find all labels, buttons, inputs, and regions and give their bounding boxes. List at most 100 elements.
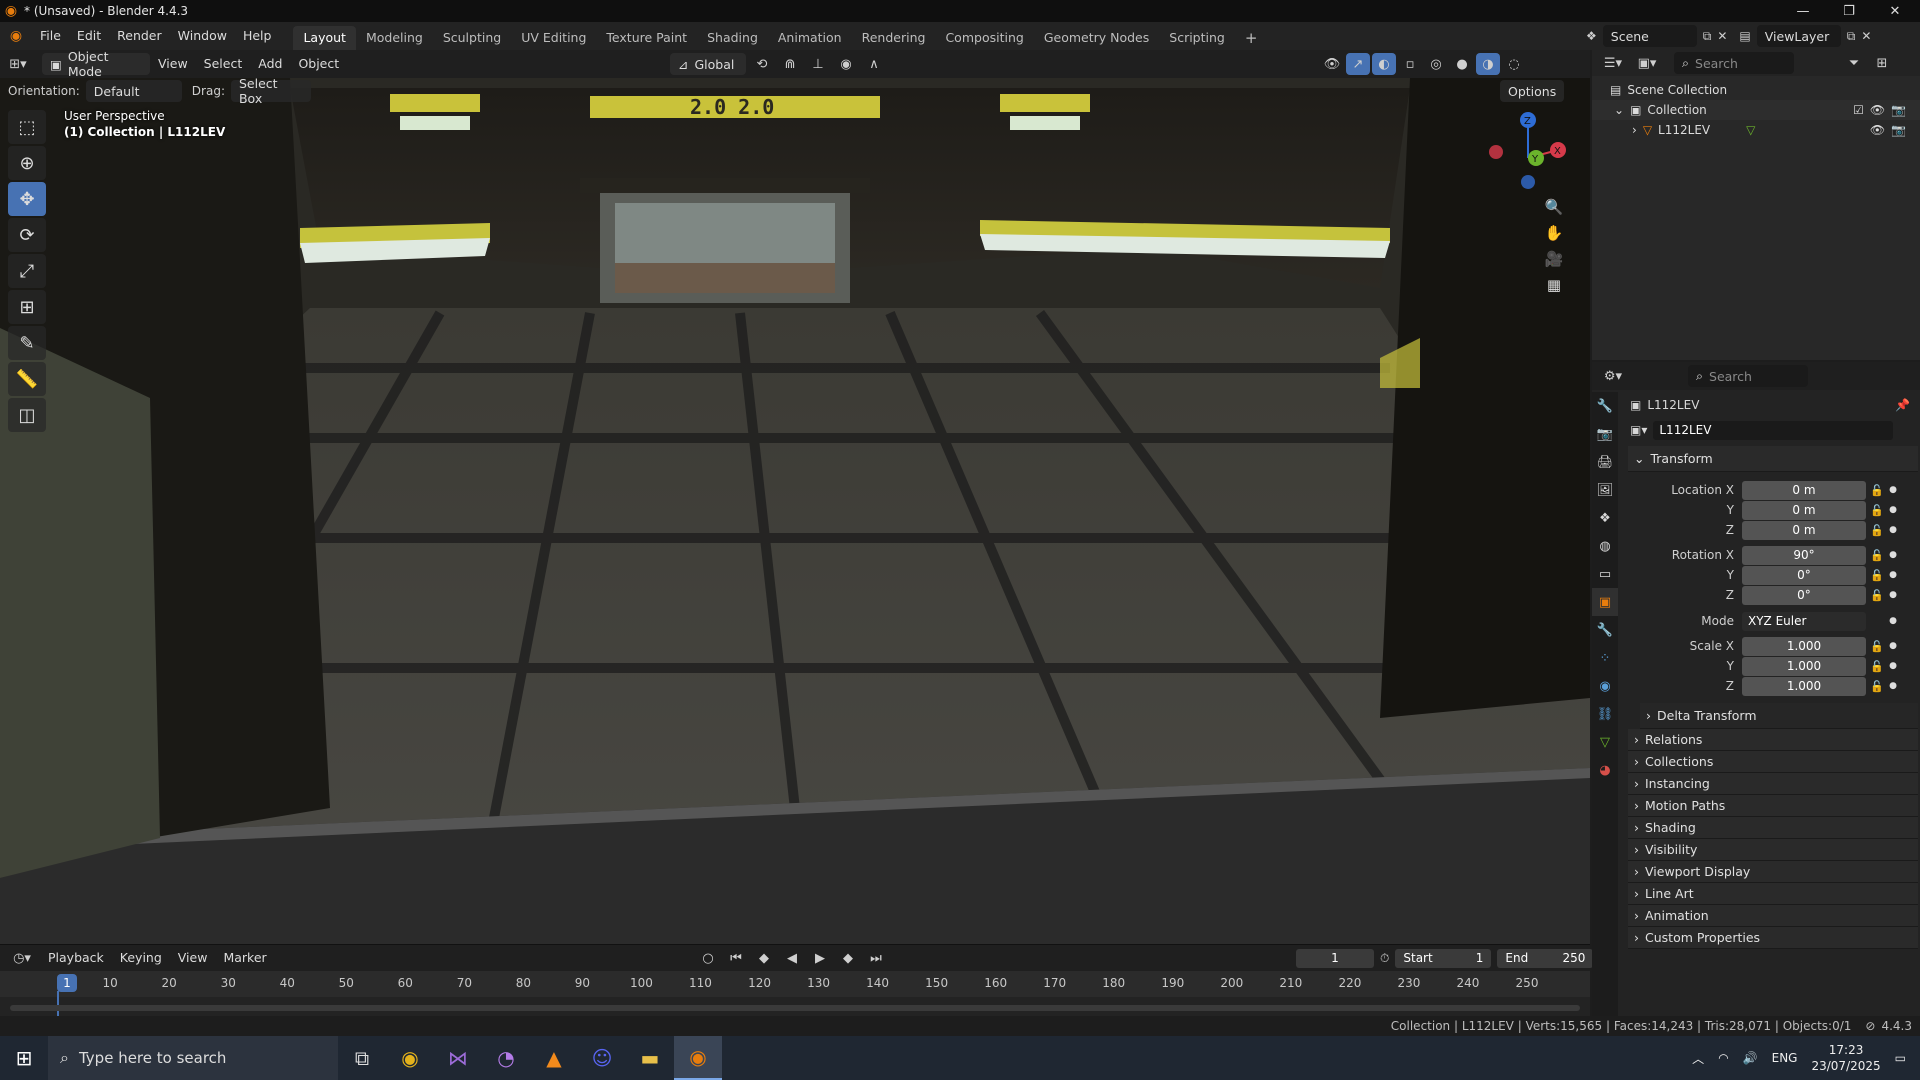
object-type-dropdown-icon[interactable]: ▣▾ xyxy=(1630,423,1647,437)
material-tab-icon[interactable]: ◕ xyxy=(1592,756,1618,784)
move-tool-icon[interactable]: ✥ xyxy=(8,182,46,216)
material-shading-icon[interactable]: ◑ xyxy=(1476,53,1500,75)
overlay-toggle-icon[interactable]: ◐ xyxy=(1372,53,1396,75)
view-layer-selector[interactable]: ViewLayer xyxy=(1756,25,1841,47)
outliner-row-scene-collection[interactable]: ▤ Scene Collection xyxy=(1592,80,1920,100)
location-x-field[interactable]: 0 m xyxy=(1742,480,1866,500)
timer-icon[interactable]: ⏱ xyxy=(1380,951,1389,966)
clock[interactable]: 17:23 23/07/2025 xyxy=(1811,1042,1880,1074)
output-tab-icon[interactable]: 🖨 xyxy=(1592,448,1618,476)
outliner-row-object[interactable]: › ▽ L112LEV ▽ 👁📷 xyxy=(1592,120,1920,140)
perspective-grid-icon[interactable]: ▦ xyxy=(1540,272,1568,298)
tab-uv-editing[interactable]: UV Editing xyxy=(511,26,596,50)
transform-panel-header[interactable]: ⌄ Transform xyxy=(1628,446,1918,472)
tool-tab-icon[interactable]: 🔧 xyxy=(1592,392,1618,420)
jump-end-icon[interactable]: ⏭ xyxy=(864,947,888,969)
options-dropdown[interactable]: Options xyxy=(1500,80,1565,102)
object-name-field[interactable]: L112LEV xyxy=(1653,420,1894,440)
start-frame-field[interactable]: Start 1 xyxy=(1395,948,1492,968)
render-tab-icon[interactable]: 📷 xyxy=(1592,420,1618,448)
scene-icon[interactable]: ❖ xyxy=(1586,29,1597,43)
outliner-search[interactable]: ⌕ Search xyxy=(1674,52,1794,74)
world-tab-icon[interactable]: ◍ xyxy=(1592,532,1618,560)
tab-layout[interactable]: Layout xyxy=(293,26,356,50)
new-scene-icon[interactable]: ⧉ xyxy=(1703,29,1712,44)
playhead[interactable]: 1 xyxy=(57,974,77,992)
remove-view-layer-icon[interactable]: ✕ xyxy=(1861,29,1871,43)
particles-tab-icon[interactable]: ⁘ xyxy=(1592,644,1618,672)
end-frame-field[interactable]: End 250 xyxy=(1497,948,1594,968)
task-view-icon[interactable]: ⧉ xyxy=(338,1036,386,1080)
tab-texture-paint[interactable]: Texture Paint xyxy=(596,26,697,50)
menu-window[interactable]: Window xyxy=(170,22,235,50)
mode-selector[interactable]: ▣ Object Mode xyxy=(42,49,150,79)
outliner-editor-icon[interactable]: ☰▾ xyxy=(1598,52,1628,74)
viewport-menu-select[interactable]: Select xyxy=(196,50,251,78)
modifier-tab-icon[interactable]: 🔧 xyxy=(1592,616,1618,644)
lock-icon[interactable]: 🔓 xyxy=(1866,660,1888,673)
keyframe-dot-icon[interactable]: ● xyxy=(1888,570,1898,580)
proportional-edit-icon[interactable]: ◉ xyxy=(834,53,858,75)
play-icon[interactable]: ▶ xyxy=(808,947,832,969)
prev-keyframe-icon[interactable]: ◆ xyxy=(752,947,776,969)
vlc-icon[interactable]: ▲ xyxy=(530,1036,578,1080)
pin-icon[interactable]: 📌 xyxy=(1895,398,1910,412)
timeline-scrollbar[interactable] xyxy=(10,1005,1580,1011)
menu-render[interactable]: Render xyxy=(109,22,170,50)
outliner-display-mode-icon[interactable]: ▣▾ xyxy=(1632,52,1662,74)
panel-instancing[interactable]: › Instancing xyxy=(1628,773,1918,795)
expand-object-icon[interactable]: › xyxy=(1632,123,1637,137)
panel-visibility[interactable]: › Visibility xyxy=(1628,839,1918,861)
lock-icon[interactable]: 🔓 xyxy=(1866,524,1888,537)
lock-icon[interactable]: 🔓 xyxy=(1866,640,1888,653)
remove-scene-icon[interactable]: ✕ xyxy=(1717,29,1727,43)
timeline-menu-view[interactable]: View xyxy=(170,944,216,972)
scale-z-field[interactable]: 1.000 xyxy=(1742,676,1866,696)
data-tab-icon[interactable]: ▽ xyxy=(1592,728,1618,756)
properties-search[interactable]: ⌕ Search xyxy=(1688,365,1808,387)
lock-icon[interactable]: 🔓 xyxy=(1866,680,1888,693)
solid-shading-icon[interactable]: ● xyxy=(1450,53,1474,75)
lock-icon[interactable]: 🔓 xyxy=(1866,549,1888,562)
timeline-menu-marker[interactable]: Marker xyxy=(215,944,274,972)
github-desktop-icon[interactable]: ◔ xyxy=(482,1036,530,1080)
properties-editor-icon[interactable]: ⚙▾ xyxy=(1598,365,1628,387)
tab-scripting[interactable]: Scripting xyxy=(1159,26,1235,50)
taskbar-search[interactable]: ⌕ Type here to search xyxy=(48,1036,338,1080)
current-frame-field[interactable]: 1 xyxy=(1296,948,1374,968)
pan-hand-icon[interactable]: ✋ xyxy=(1540,220,1568,246)
notifications-icon[interactable]: ▭ xyxy=(1895,1051,1906,1065)
scene-selector[interactable]: Scene xyxy=(1602,25,1697,47)
viewport-menu-object[interactable]: Object xyxy=(290,50,347,78)
volume-icon[interactable]: 🔊 xyxy=(1743,1051,1758,1065)
minimize-icon[interactable]: — xyxy=(1780,0,1826,22)
keyframe-dot-icon[interactable]: ● xyxy=(1888,505,1898,515)
keyframe-dot-icon[interactable]: ● xyxy=(1888,641,1898,651)
editor-type-icon[interactable]: ⊞▾ xyxy=(0,53,36,75)
object-toggles[interactable]: 👁📷 xyxy=(1870,123,1912,137)
collection-toggles[interactable]: ☑👁📷 xyxy=(1853,103,1912,117)
constraints-tab-icon[interactable]: ⛓ xyxy=(1592,700,1618,728)
lock-icon[interactable]: 🔓 xyxy=(1866,589,1888,602)
viewport-menu-add[interactable]: Add xyxy=(250,50,290,78)
measure-tool-icon[interactable]: 📏 xyxy=(8,362,46,396)
keyframe-dot-icon[interactable]: ● xyxy=(1888,485,1898,495)
pivot-icon[interactable]: ⟲ xyxy=(750,53,774,75)
blender-taskbar-icon[interactable]: ◉ xyxy=(674,1036,722,1080)
keyframe-dot-icon[interactable]: ● xyxy=(1888,525,1898,535)
delta-transform-header[interactable]: › Delta Transform xyxy=(1640,703,1918,729)
lock-icon[interactable]: 🔓 xyxy=(1866,504,1888,517)
view-layer-icon[interactable]: ▤ xyxy=(1739,29,1750,43)
physics-tab-icon[interactable]: ◉ xyxy=(1592,672,1618,700)
tab-compositing[interactable]: Compositing xyxy=(935,26,1033,50)
visibility-icon[interactable]: 👁 xyxy=(1320,53,1344,75)
scene-tab-icon[interactable]: ❖ xyxy=(1592,504,1618,532)
rotation-mode-dropdown[interactable]: XYZ Euler xyxy=(1742,611,1866,631)
location-y-field[interactable]: 0 m xyxy=(1742,500,1866,520)
cursor-tool-icon[interactable]: ⊕ xyxy=(8,146,46,180)
orientation-dropdown[interactable]: Default xyxy=(85,80,182,102)
panel-relations[interactable]: › Relations xyxy=(1628,729,1918,751)
visual-studio-icon[interactable]: ⋈ xyxy=(434,1036,482,1080)
frame-ruler[interactable]: 1102030405060708090100110120130140150160… xyxy=(0,971,1590,1029)
keyframe-dot-icon[interactable]: ● xyxy=(1888,681,1898,691)
